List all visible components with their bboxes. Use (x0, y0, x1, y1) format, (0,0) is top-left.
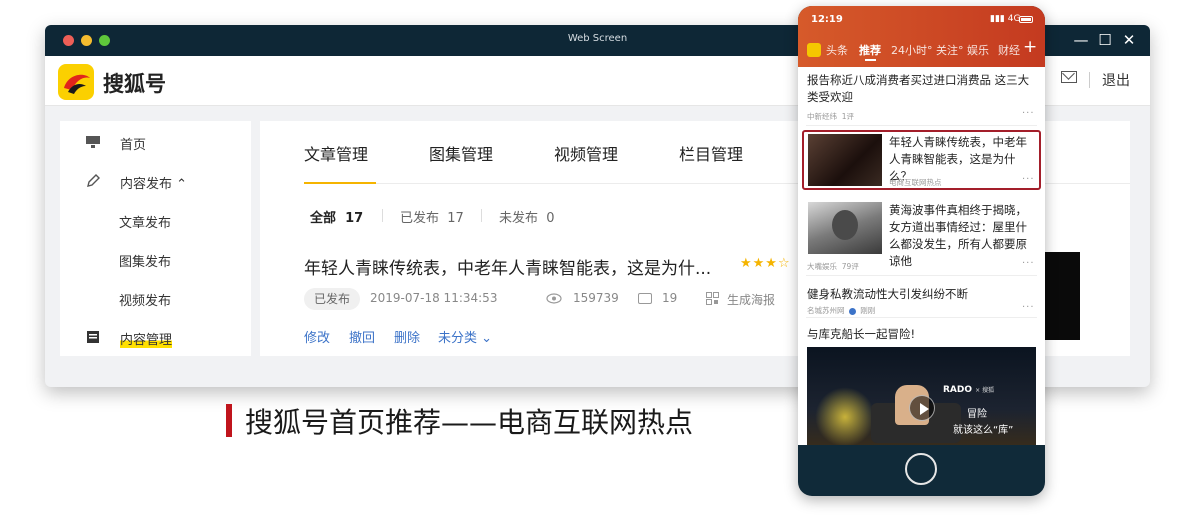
edit-link[interactable]: 修改 (304, 327, 330, 346)
video-tagline: 就该这么“库” (953, 425, 1014, 436)
active-tab-indicator (304, 182, 376, 184)
more-icon[interactable]: ··· (1022, 108, 1035, 119)
feed-item-meta: 中新经纬 1评 (807, 112, 855, 121)
feed-item-title[interactable]: 黄海波事件真相终于揭晓，女方道出事情经过：屋里什么都没发生，所有人都要原谅他 (889, 202, 1035, 270)
delete-link[interactable]: 删除 (394, 327, 420, 346)
article-thumbnail (808, 134, 882, 186)
logout-link[interactable]: 退出 (1102, 70, 1130, 90)
phone-mockup: 12:19 ▮▮▮ 4G 头条 推荐 24小时° 关注° 娱乐 财经 + 报告称… (798, 6, 1045, 496)
status-badge: 已发布 (304, 288, 361, 310)
verified-icon (848, 307, 856, 315)
generate-poster-link[interactable]: 生成海报 (727, 291, 775, 308)
sidebar-item-label: 图集发布 (119, 255, 172, 270)
sidebar-item-label: 首页 (120, 138, 147, 153)
sidebar-item-label: 文章发布 (119, 216, 172, 231)
background-image-strip (1044, 252, 1080, 340)
phone-tab-recommend[interactable]: 推荐 (859, 42, 881, 58)
feed-item-title[interactable]: 与库克船长一起冒险! (807, 326, 1039, 343)
pen-icon (87, 174, 100, 187)
withdraw-link[interactable]: 撤回 (349, 327, 375, 346)
eye-icon (546, 293, 562, 304)
more-icon[interactable]: ··· (1022, 174, 1035, 185)
sidebar-item-article-publish[interactable]: 文章发布 (60, 210, 251, 232)
phone-tab-headline[interactable]: 头条 (826, 42, 848, 58)
more-icon[interactable]: ··· (1022, 258, 1035, 269)
tab-column-manage[interactable]: 栏目管理 (679, 141, 743, 165)
header-divider (1089, 72, 1090, 88)
video-tagline: 冒险 (967, 409, 987, 420)
feed-item-title[interactable]: 健身私教流动性大引发纠纷不断 (807, 286, 1039, 303)
feed-item-title[interactable]: 报告称近八成消费者买过进口消费品 这三大类受欢迎 (807, 72, 1039, 106)
video-brand: RADO × 搜狐 (943, 385, 995, 395)
publish-datetime: 2019-07-18 11:34:53 (370, 291, 498, 305)
battery-icon (1019, 16, 1033, 23)
category-dropdown[interactable]: 未分类 ⌄ (438, 327, 492, 346)
tab-video-manage[interactable]: 视频管理 (554, 141, 618, 165)
phone-header: 12:19 ▮▮▮ 4G 头条 推荐 24小时° 关注° 娱乐 财经 + (798, 6, 1045, 67)
chevron-up-icon: ⌃ (176, 177, 188, 192)
sidebar-item-label: 内容管理 (120, 329, 173, 348)
article-title[interactable]: 年轻人青睐传统表，中老年人青睐智能表，这是为什... (304, 254, 711, 279)
filter-unpublished[interactable]: 未发布 0 (499, 207, 555, 226)
status-time: 12:19 (811, 14, 843, 25)
sidebar: 首页 内容发布 ⌃ 文章发布 图集发布 视频发布 内容管理 (60, 121, 251, 356)
phone-tab-24h[interactable]: 24小时° (891, 42, 933, 58)
feed-divider (806, 275, 1037, 276)
filter-published[interactable]: 已发布 17 (400, 207, 464, 226)
news-feed: 报告称近八成消费者买过进口消费品 这三大类受欢迎 中新经纬 1评 ··· 年轻人… (798, 67, 1045, 445)
add-channel-button[interactable]: + (1023, 37, 1037, 57)
caption-text: 搜狐号首页推荐——电商互联网热点 (245, 406, 694, 439)
sidebar-item-label: 视频发布 (119, 294, 172, 309)
comment-count: 19 (662, 291, 678, 305)
phone-tab-follow[interactable]: 关注° (936, 42, 964, 58)
avatar[interactable] (807, 43, 821, 57)
tab-gallery-manage[interactable]: 图集管理 (429, 141, 493, 165)
filter-divider (382, 209, 383, 222)
view-count: 159739 (573, 291, 619, 305)
sidebar-item-content-publish[interactable]: 内容发布 ⌃ (60, 171, 251, 193)
mail-icon[interactable] (1061, 71, 1077, 83)
tab-article-manage[interactable]: 文章管理 (304, 141, 368, 165)
brand-name[interactable]: 搜狐号 (103, 68, 166, 98)
filter-all[interactable]: 全部 17 (310, 207, 363, 226)
maximize-button[interactable]: ☐ (1095, 30, 1115, 50)
caption-accent-bar (226, 404, 232, 437)
comment-icon (638, 293, 652, 304)
sidebar-item-gallery-publish[interactable]: 图集发布 (60, 249, 251, 271)
close-button[interactable]: ✕ (1119, 30, 1139, 50)
sidebar-item-label: 内容发布 ⌃ (120, 177, 188, 192)
sidebar-item-content-manage[interactable]: 内容管理 (60, 327, 251, 349)
stage: Web Screen — ☐ ✕ 搜狐号 退出 首页 内容发布 ⌃ 文章发布 图… (0, 0, 1200, 520)
phone-tab-entertainment[interactable]: 娱乐 (967, 42, 989, 58)
active-tab-indicator (865, 59, 876, 61)
play-icon[interactable] (909, 395, 935, 421)
qr-code-icon (706, 292, 719, 305)
feed-item-meta: 名城苏州网 刚刚 (807, 306, 876, 315)
monitor-icon (86, 136, 100, 148)
feed-item-meta: 大嘴娱乐 79评 (807, 262, 859, 271)
sidebar-item-home[interactable]: 首页 (60, 132, 251, 154)
article-thumbnail (808, 202, 882, 254)
feed-divider (806, 125, 1037, 126)
sidebar-item-video-publish[interactable]: 视频发布 (60, 288, 251, 310)
network-indicator: ▮▮▮ 4G (990, 14, 1021, 24)
home-button[interactable] (905, 453, 937, 485)
phone-tab-finance[interactable]: 财经 (998, 42, 1020, 58)
feed-divider (806, 317, 1037, 318)
more-icon[interactable]: ··· (1022, 302, 1035, 313)
rating-stars: ★★★☆ (740, 256, 791, 271)
filter-divider (481, 209, 482, 222)
minimize-button[interactable]: — (1071, 30, 1091, 50)
feed-item-meta: 电商互联网热点 (889, 178, 942, 187)
sohu-logo-icon[interactable] (58, 64, 94, 100)
doc-icon (87, 331, 99, 343)
video-thumbnail[interactable]: RADO × 搜狐 冒险 就该这么“库” (807, 347, 1036, 445)
